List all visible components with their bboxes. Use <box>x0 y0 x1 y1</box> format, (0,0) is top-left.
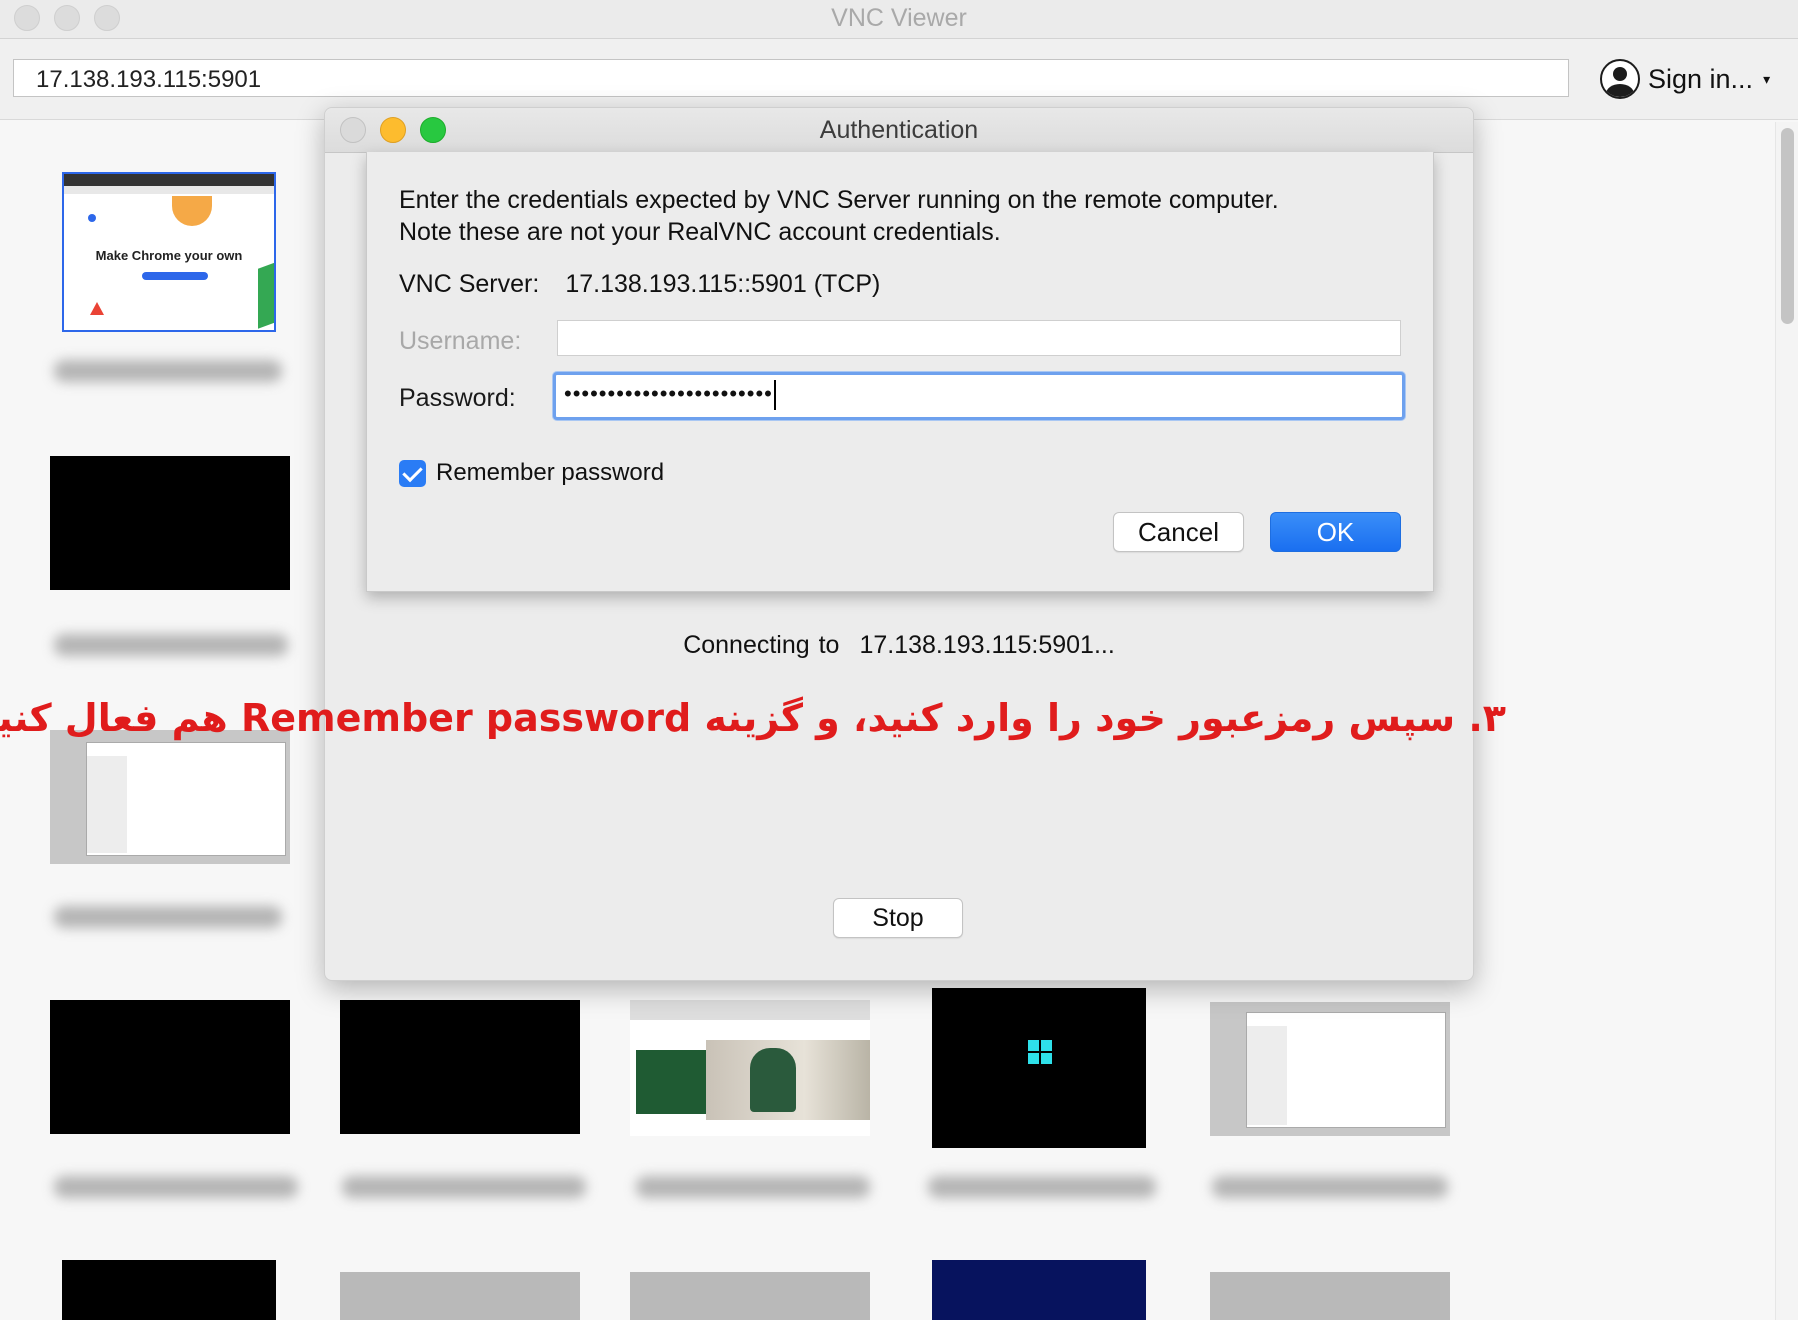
connection-thumbnail[interactable] <box>932 988 1146 1148</box>
windows-logo-icon <box>1028 1040 1052 1064</box>
connection-label-blurred <box>54 360 282 382</box>
remember-password-checkbox[interactable] <box>399 459 426 487</box>
connection-thumbnail[interactable] <box>50 1000 290 1134</box>
thumbnail-titlebar <box>64 174 274 186</box>
connecting-label: Connecting to <box>683 631 840 659</box>
cancel-button[interactable]: Cancel <box>1113 512 1244 552</box>
thumbnail-decoration <box>258 259 274 329</box>
auth-message-line: Note these are not your RealVNC account … <box>399 218 1001 246</box>
scrollbar[interactable] <box>1775 122 1798 1320</box>
thumbnail-banner <box>636 1050 706 1114</box>
username-label: Username: <box>399 327 522 355</box>
connection-label-blurred <box>928 1176 1156 1198</box>
stop-button[interactable]: Stop <box>833 898 963 938</box>
thumbnail-sidebar <box>87 756 127 853</box>
connection-thumbnail[interactable] <box>50 456 290 590</box>
instruction-annotation: ۳. سپس رمزعبور خود را وارد کنید، و گزینه… <box>0 696 1506 740</box>
thumbnail-decoration <box>142 272 208 280</box>
connection-label-blurred <box>636 1176 870 1198</box>
sign-in-label: Sign in... <box>1648 63 1754 94</box>
connection-thumbnail[interactable] <box>62 1260 276 1320</box>
thumbnail-titlebar <box>630 1000 870 1020</box>
auth-message: Enter the credentials expected by VNC Se… <box>399 184 1279 248</box>
thumbnail-image <box>750 1048 796 1112</box>
chevron-down-icon: ▾ <box>1763 70 1771 87</box>
ok-button[interactable]: OK <box>1270 512 1401 552</box>
connection-label-blurred <box>342 1176 586 1198</box>
thumbnail-text: Make Chrome your own <box>95 248 243 263</box>
connection-thumbnail[interactable] <box>1210 1002 1450 1136</box>
connection-thumbnail[interactable] <box>630 1000 870 1136</box>
username-field[interactable] <box>557 320 1401 356</box>
connection-thumbnail[interactable] <box>630 1272 870 1320</box>
connection-thumbnail[interactable]: Make Chrome your own <box>62 172 276 332</box>
text-cursor <box>773 380 776 411</box>
thumbnail-decoration <box>88 214 96 222</box>
connection-thumbnail[interactable] <box>50 730 290 864</box>
connection-label-blurred <box>54 906 282 928</box>
scrollbar-thumb[interactable] <box>1781 128 1794 324</box>
vnc-server-value: 17.138.193.115::5901 (TCP) <box>565 270 881 298</box>
connecting-status: Connecting to 17.138.193.115:5901... <box>325 631 1473 660</box>
connection-label-blurred <box>54 1176 298 1198</box>
sign-in-button[interactable]: Sign in... ▾ <box>1600 57 1770 101</box>
vnc-server-row: VNC Server: 17.138.193.115::5901 (TCP) <box>399 270 880 299</box>
authentication-sheet: Enter the credentials expected by VNC Se… <box>366 152 1434 592</box>
thumbnail-decoration <box>172 196 212 226</box>
thumbnail-tabbar <box>64 186 274 194</box>
thumbnail-sidebar <box>1247 1026 1287 1125</box>
password-label: Password: <box>399 384 516 412</box>
dialog-titlebar: Authentication <box>325 108 1473 153</box>
window-title: VNC Viewer <box>831 4 967 32</box>
dialog-title: Authentication <box>819 116 979 144</box>
remember-password-row[interactable]: Remember password <box>399 459 664 487</box>
thumbnail-decoration <box>90 302 104 315</box>
connection-thumbnail[interactable] <box>340 1272 580 1320</box>
user-avatar-icon <box>1600 59 1640 99</box>
connection-thumbnail[interactable] <box>1210 1272 1450 1320</box>
connecting-host: 17.138.193.115:5901... <box>859 631 1115 659</box>
connection-thumbnail[interactable] <box>932 1260 1146 1320</box>
remember-password-label: Remember password <box>436 459 665 486</box>
address-input[interactable]: 17.138.193.115:5901 <box>13 59 1569 97</box>
connection-dialog: Authentication Enter the credentials exp… <box>324 107 1474 981</box>
main-titlebar: VNC Viewer <box>0 0 1798 39</box>
password-field[interactable]: •••••••••••••••••••••••• <box>553 372 1405 420</box>
connection-label-blurred <box>1212 1176 1448 1198</box>
password-value: •••••••••••••••••••••••• <box>564 381 773 406</box>
connection-label-blurred <box>54 634 288 656</box>
auth-message-line: Enter the credentials expected by VNC Se… <box>399 186 1279 214</box>
connection-thumbnail[interactable] <box>340 1000 580 1134</box>
vnc-server-label: VNC Server: <box>399 270 540 298</box>
